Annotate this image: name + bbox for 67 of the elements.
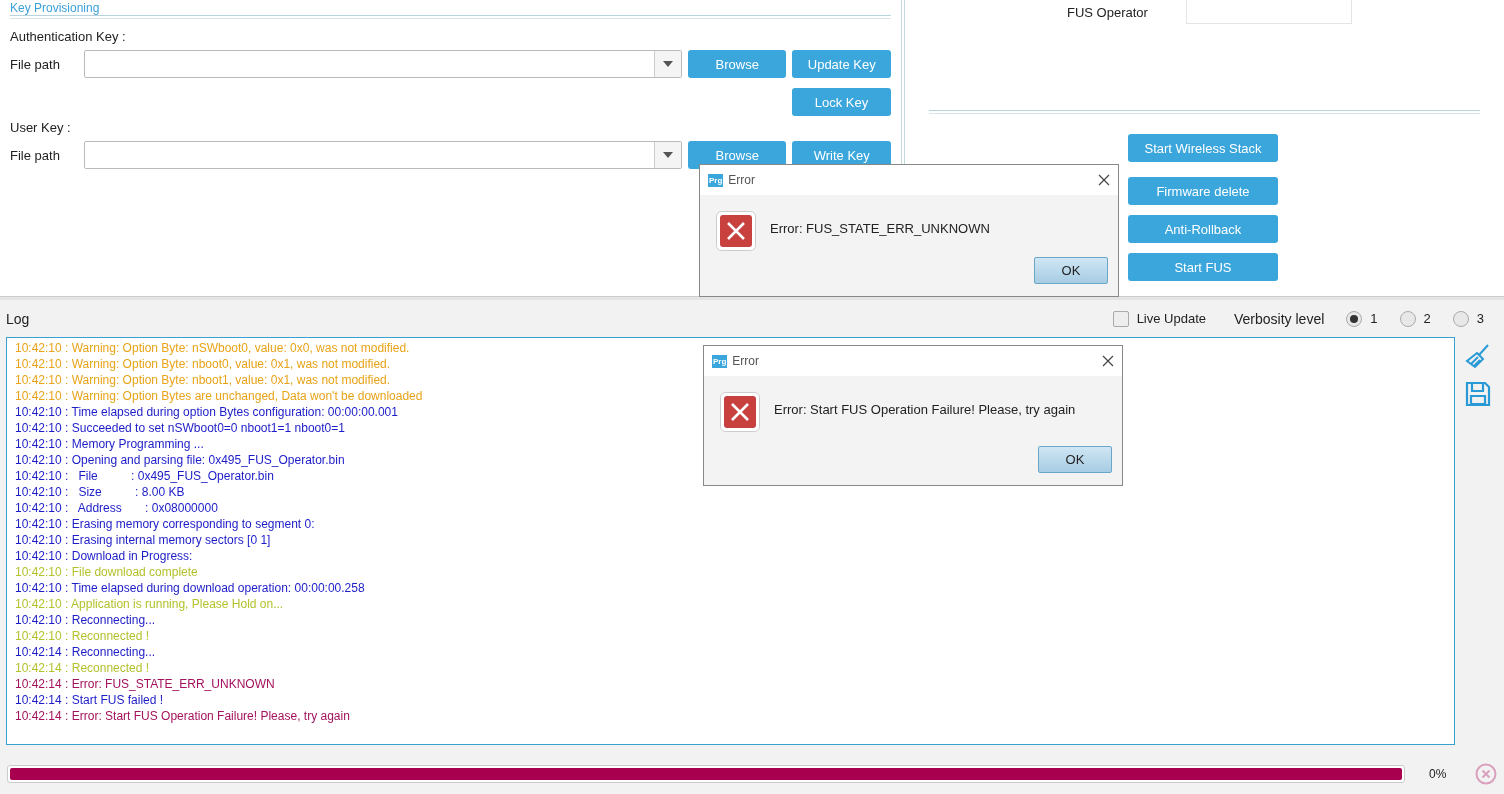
close-icon[interactable]: [1102, 355, 1114, 367]
log-line: 10:42:10 : Opening and parsing file: 0x495_FUS_Operator.bin: [15, 452, 345, 468]
field-label: FUS Operator: [1067, 4, 1148, 20]
log-line: 10:42:10 : Warning: Option Byte: nboot0, value: 0x1, was not modified.: [15, 356, 391, 372]
log-line: 10:42:10 : Warning: Option Byte: nSWboot0, value: 0x0, was not modified.: [15, 340, 410, 356]
log-line: 10:42:10 : Address : 0x08000000: [15, 500, 218, 516]
dropdown-icon: [662, 152, 673, 158]
dialog-message: Error: FUS_STATE_ERR_UNKNOWN: [770, 220, 990, 236]
checkbox-label: Live Update: [1136, 311, 1206, 326]
radio-button[interactable]: [1452, 310, 1469, 327]
log-line: 10:42:10 : Warning: Option Bytes are unchanged, Data won't be downloaded: [15, 388, 423, 404]
log-line: 10:42:10 : Download in Progress:: [15, 548, 193, 564]
section-heading: User Key :: [10, 120, 72, 135]
log-line: 10:42:10 : File download complete: [15, 564, 198, 580]
radio-button[interactable]: [1399, 310, 1416, 327]
close-icon[interactable]: [1098, 174, 1110, 186]
action-button[interactable]: Anti-Rollback: [1128, 215, 1278, 243]
log-line: 10:42:10 : Reconnecting...: [15, 612, 156, 628]
checkbox[interactable]: [1112, 310, 1129, 327]
radio-label: 3: [1476, 311, 1484, 326]
ok-button[interactable]: OK: [1034, 257, 1108, 284]
dialog-title: Error: [728, 173, 756, 187]
log-line: 10:42:14 : Reconnected !: [15, 660, 150, 676]
log-line: 10:42:10 : Application is running, Please Hold on...: [15, 596, 284, 612]
dialog-message: Error: Start FUS Operation Failure! Please, try again: [774, 401, 1076, 417]
brush-icon[interactable]: [1465, 343, 1491, 369]
field-label: File path: [10, 56, 61, 72]
app-badge: Prg: [712, 354, 728, 368]
log-line: 10:42:10 : Reconnected !: [15, 628, 150, 644]
ok-button[interactable]: OK: [1038, 446, 1112, 473]
error-icon: [716, 211, 756, 251]
log-line: 10:42:10 : Time elapsed during option Bytes configuration: 00:00:00.001: [15, 404, 398, 420]
save-icon[interactable]: [1465, 381, 1491, 407]
app-badge: Prg: [708, 173, 724, 187]
log-line: 10:42:10 : Time elapsed during download operation: 00:00:00.258: [15, 580, 365, 596]
file-path-combo[interactable]: [83, 50, 682, 78]
log-line: 10:42:10 : Erasing internal memory sectors [0 1]: [15, 532, 271, 548]
progress-reading: 0%: [1429, 767, 1448, 781]
log-line: 10:42:14 : Error: Start FUS Operation Failure! Please, try again: [15, 708, 350, 724]
log-line: 10:42:14 : Error: FUS_STATE_ERR_UNKNOWN: [15, 676, 275, 692]
log-line: 10:42:10 : Memory Programming ...: [15, 436, 204, 452]
log-line: 10:42:14 : Start FUS failed !: [15, 692, 164, 708]
action-button[interactable]: Start Wireless Stack: [1128, 134, 1278, 162]
log-title: Log: [6, 310, 31, 327]
input-field[interactable]: [1185, 0, 1352, 24]
radio-label: 1: [1370, 311, 1378, 326]
log-line: 10:42:10 : Size : 8.00 KB: [15, 484, 185, 500]
log-line: 10:42:14 : Reconnecting...: [15, 644, 156, 660]
cancel-icon[interactable]: [1475, 763, 1497, 785]
log-line: 10:42:10 : Warning: Option Byte: nboot1, value: 0x1, was not modified.: [15, 372, 391, 388]
section-heading: Authentication Key :: [10, 29, 127, 44]
log-line: 10:42:10 : Erasing memory corresponding to segment 0:: [15, 516, 315, 532]
file-path-combo[interactable]: [83, 141, 682, 169]
log-line: 10:42:10 : File : 0x495_FUS_Operator.bin: [15, 468, 274, 484]
field-label: File path: [10, 147, 61, 163]
error-icon: [720, 392, 760, 432]
action-button[interactable]: Lock Key: [792, 88, 891, 116]
action-button[interactable]: Firmware delete: [1128, 177, 1278, 205]
radio-label: 2: [1423, 311, 1431, 326]
verbosity-label: Verbosity level: [1234, 310, 1325, 327]
action-button[interactable]: Start FUS: [1128, 253, 1278, 281]
action-button[interactable]: Update Key: [792, 50, 891, 78]
dropdown-icon: [662, 61, 673, 67]
log-line: 10:42:10 : Succeeded to set nSWboot0=0 nboot1=1 nboot0=1: [15, 420, 345, 436]
radio-button[interactable]: [1346, 310, 1363, 327]
action-button[interactable]: Browse: [687, 50, 787, 78]
dialog-title: Error: [732, 354, 760, 368]
